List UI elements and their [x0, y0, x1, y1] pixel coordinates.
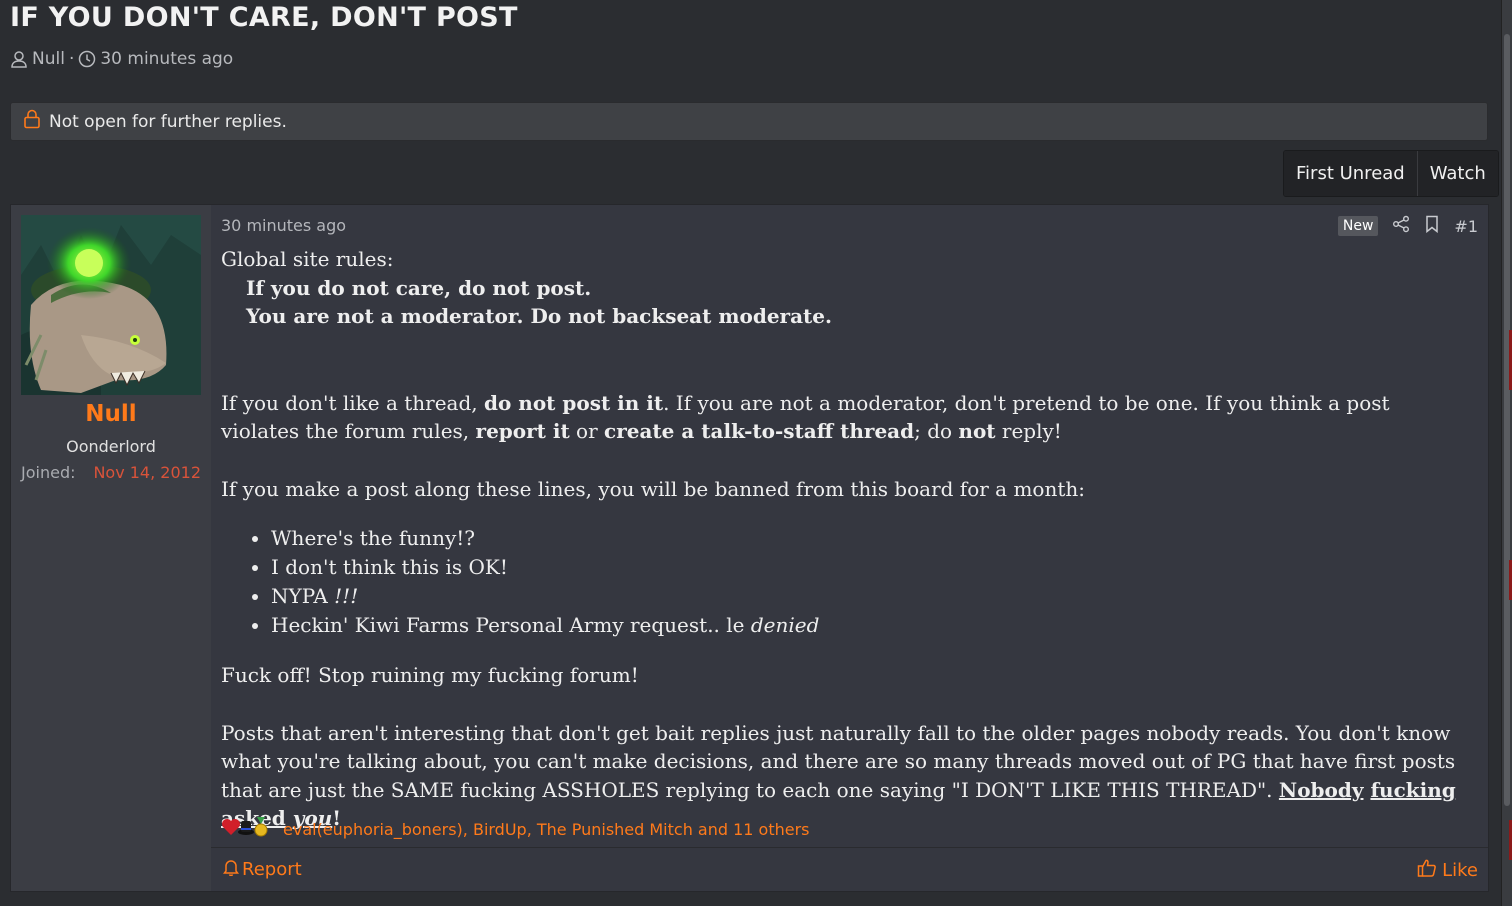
new-badge: New	[1337, 216, 1379, 236]
paragraph-4: Posts that aren't interesting that don't…	[221, 720, 1456, 831]
first-unread-button[interactable]: First Unread	[1284, 151, 1417, 196]
list-item: Where's the funny!?	[271, 524, 1461, 553]
joined-date: Nov 14, 2012	[93, 463, 201, 482]
thread-author[interactable]: Null	[32, 49, 65, 69]
thread-locked-notice: Not open for further replies.	[10, 102, 1488, 141]
reactions-list[interactable]: eval(euphoria_boners), BirdUp, The Punis…	[283, 820, 810, 839]
list-item: Heckin' Kiwi Farms Personal Army request…	[271, 611, 1461, 640]
ban-list: Where's the funny!? I don't think this i…	[221, 524, 1461, 640]
scrollbar-thumb[interactable]	[1504, 34, 1510, 806]
thread-action-buttons: First Unread Watch	[1283, 150, 1499, 197]
rule-2: You are not a moderator. Do not backseat…	[246, 304, 832, 328]
user-icon	[10, 50, 28, 68]
list-item: I don't think this is OK!	[271, 553, 1461, 582]
paragraph-2: If you make a post along these lines, yo…	[221, 476, 1085, 501]
bell-icon	[223, 858, 239, 881]
post-time[interactable]: 30 minutes ago	[221, 216, 346, 235]
share-icon[interactable]	[1392, 215, 1410, 237]
meta-separator: ·	[68, 49, 75, 69]
post-username[interactable]: Null	[11, 401, 211, 427]
report-button[interactable]: Report	[223, 858, 302, 881]
thread-title: IF YOU DON'T CARE, DON'T POST	[10, 2, 518, 33]
reactions-bar[interactable]: eval(euphoria_boners), BirdUp, The Punis…	[221, 817, 810, 841]
thread-meta: Null · 30 minutes ago	[10, 49, 233, 69]
report-label: Report	[242, 859, 302, 880]
thread-time[interactable]: 30 minutes ago	[100, 49, 233, 69]
post: Null Oonderlord Joined: Nov 14, 2012 30 …	[10, 204, 1489, 892]
list-item: NYPA !!!	[271, 582, 1461, 611]
rule-1: If you do not care, do not post.	[246, 275, 592, 300]
page-scrollbar[interactable]	[1501, 0, 1512, 906]
like-button[interactable]: Like	[1417, 858, 1478, 883]
notice-text: Not open for further replies.	[49, 111, 287, 132]
bookmark-icon[interactable]	[1424, 215, 1440, 237]
post-user-cell: Null Oonderlord Joined: Nov 14, 2012	[11, 205, 211, 891]
post-number[interactable]: #1	[1454, 217, 1478, 236]
lock-icon	[23, 109, 41, 134]
joined-label: Joined:	[21, 463, 76, 482]
post-footer: Report Like	[211, 847, 1488, 894]
avatar[interactable]	[21, 215, 201, 395]
intro-line: Global site rules:	[221, 247, 394, 271]
post-actions: New #1	[1337, 215, 1478, 237]
post-content: Global site rules: If you do not care, d…	[221, 245, 1461, 833]
user-title: Oonderlord	[66, 437, 156, 456]
watch-button[interactable]: Watch	[1416, 151, 1498, 196]
medal-icon	[253, 817, 269, 841]
clock-icon	[78, 50, 96, 68]
paragraph-3: Fuck off! Stop ruining my fucking forum!	[221, 663, 639, 687]
thumbs-up-icon	[1417, 858, 1437, 883]
paragraph-1: If you don't like a thread, do not post …	[221, 390, 1390, 444]
like-label: Like	[1442, 860, 1478, 881]
post-main-cell: 30 minutes ago New #1 Global site rules:…	[211, 205, 1488, 891]
